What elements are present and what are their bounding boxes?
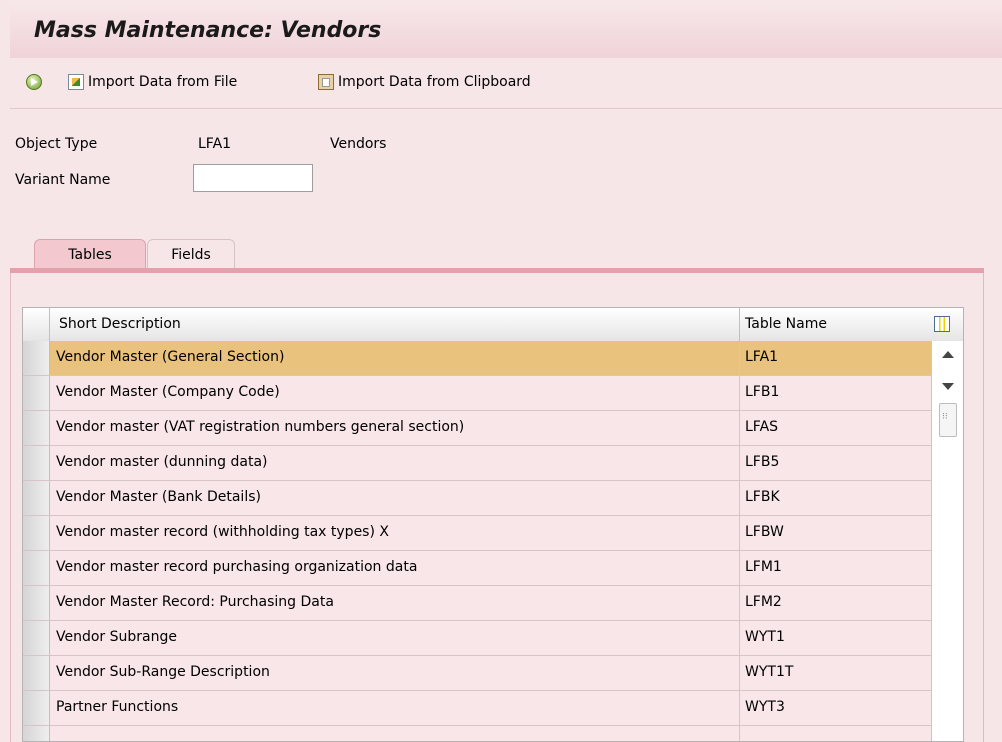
row-table-name: LFA1 (745, 349, 779, 365)
row-selector[interactable] (23, 446, 50, 480)
cell-separator (739, 376, 740, 410)
table-row[interactable] (23, 726, 931, 741)
row-table-name: WYT1T (745, 664, 794, 680)
row-short-description: Vendor Master (Bank Details) (56, 489, 261, 505)
row-selector[interactable] (23, 621, 50, 655)
table-row[interactable]: Vendor master record (withholding tax ty… (23, 516, 931, 551)
row-selector[interactable] (23, 691, 50, 725)
vertical-scrollbar[interactable] (931, 341, 963, 741)
tab-fields[interactable]: Fields (147, 239, 235, 269)
row-table-name: LFB1 (745, 384, 780, 400)
row-selector[interactable] (23, 481, 50, 515)
column-header-short-description[interactable]: Short Description (59, 316, 181, 332)
row-short-description: Vendor master record (withholding tax ty… (56, 524, 389, 540)
cell-separator (739, 621, 740, 655)
row-table-name: LFB5 (745, 454, 780, 470)
row-selector[interactable] (23, 551, 50, 585)
cell-separator (739, 726, 740, 741)
title-bar: Mass Maintenance: Vendors (10, 0, 1002, 59)
tables-grid: Short Description Table Name Vendor Mast… (22, 307, 964, 742)
import-file-button[interactable]: Import Data from File (68, 74, 237, 90)
row-short-description: Partner Functions (56, 699, 179, 715)
row-table-name: LFM1 (745, 559, 782, 575)
execute-button[interactable] (26, 74, 42, 90)
row-table-name: LFBW (745, 524, 784, 540)
scroll-thumb[interactable] (939, 403, 957, 437)
tab-tables[interactable]: Tables (34, 239, 146, 269)
grid-rows: Vendor Master (General Section) LFA1 Ven… (23, 341, 931, 741)
row-selector[interactable] (23, 726, 50, 741)
grid-header: Short Description Table Name (23, 308, 963, 342)
row-selector[interactable] (23, 341, 50, 375)
table-row[interactable]: Vendor Sub-Range Description WYT1T (23, 656, 931, 691)
tab-tables-label: Tables (68, 246, 112, 263)
row-short-description: Vendor Master (General Section) (56, 349, 285, 365)
import-file-label: Import Data from File (88, 74, 238, 90)
row-short-description: Vendor Master Record: Purchasing Data (56, 594, 334, 610)
cell-separator (739, 656, 740, 690)
cell-separator (739, 446, 740, 480)
scroll-down-icon[interactable] (942, 383, 954, 390)
row-short-description: Vendor Master (Company Code) (56, 384, 280, 400)
variant-name-input[interactable] (193, 164, 313, 192)
table-row[interactable]: Vendor master record purchasing organiza… (23, 551, 931, 586)
table-row[interactable]: Vendor Master Record: Purchasing Data LF… (23, 586, 931, 621)
select-all-cell[interactable] (23, 308, 50, 341)
row-table-name: LFAS (745, 419, 779, 435)
import-clipboard-button[interactable]: Import Data from Clipboard (318, 74, 531, 90)
object-type-label: Object Type (15, 136, 98, 152)
cell-separator (739, 551, 740, 585)
row-selector[interactable] (23, 411, 50, 445)
cell-separator (739, 411, 740, 445)
import-clipboard-label: Import Data from Clipboard (338, 74, 531, 90)
table-row[interactable]: Vendor Subrange WYT1 (23, 621, 931, 656)
column-header-table-name[interactable]: Table Name (745, 316, 827, 332)
row-selector[interactable] (23, 656, 50, 690)
clipboard-icon (318, 74, 334, 90)
row-table-name: WYT3 (745, 699, 785, 715)
cell-separator (739, 586, 740, 620)
scroll-up-icon[interactable] (942, 351, 954, 358)
cell-separator (739, 516, 740, 550)
row-table-name: LFM2 (745, 594, 782, 610)
row-table-name: LFBK (745, 489, 780, 505)
row-short-description: Vendor Subrange (56, 629, 177, 645)
object-type-value: LFA1 (198, 136, 232, 152)
variant-name-label: Variant Name (15, 172, 111, 188)
row-table-name: WYT1 (745, 629, 785, 645)
table-row[interactable]: Vendor Master (Bank Details) LFBK (23, 481, 931, 516)
table-row[interactable]: Vendor Master (Company Code) LFB1 (23, 376, 931, 411)
row-short-description: Vendor master (VAT registration numbers … (56, 419, 465, 435)
import-file-icon (68, 74, 84, 90)
column-separator (739, 308, 740, 341)
row-selector[interactable] (23, 516, 50, 550)
table-row[interactable]: Vendor Master (General Section) LFA1 (23, 341, 931, 376)
application-toolbar: Import Data from File Import Data from C… (10, 58, 1002, 109)
row-short-description: Vendor Sub-Range Description (56, 664, 270, 680)
table-row[interactable]: Vendor master (VAT registration numbers … (23, 411, 931, 446)
table-row[interactable]: Vendor master (dunning data) LFB5 (23, 446, 931, 481)
cell-separator (739, 691, 740, 725)
tab-fields-label: Fields (171, 246, 211, 263)
object-type-description: Vendors (330, 136, 387, 152)
cell-separator (739, 341, 740, 375)
row-short-description: Vendor master (dunning data) (56, 454, 268, 470)
row-selector[interactable] (23, 376, 50, 410)
row-selector[interactable] (23, 586, 50, 620)
column-layout-icon[interactable] (934, 316, 950, 332)
execute-icon (26, 74, 42, 90)
table-row[interactable]: Partner Functions WYT3 (23, 691, 931, 726)
row-short-description: Vendor master record purchasing organiza… (56, 559, 418, 575)
cell-separator (739, 481, 740, 515)
page-title: Mass Maintenance: Vendors (34, 18, 382, 43)
